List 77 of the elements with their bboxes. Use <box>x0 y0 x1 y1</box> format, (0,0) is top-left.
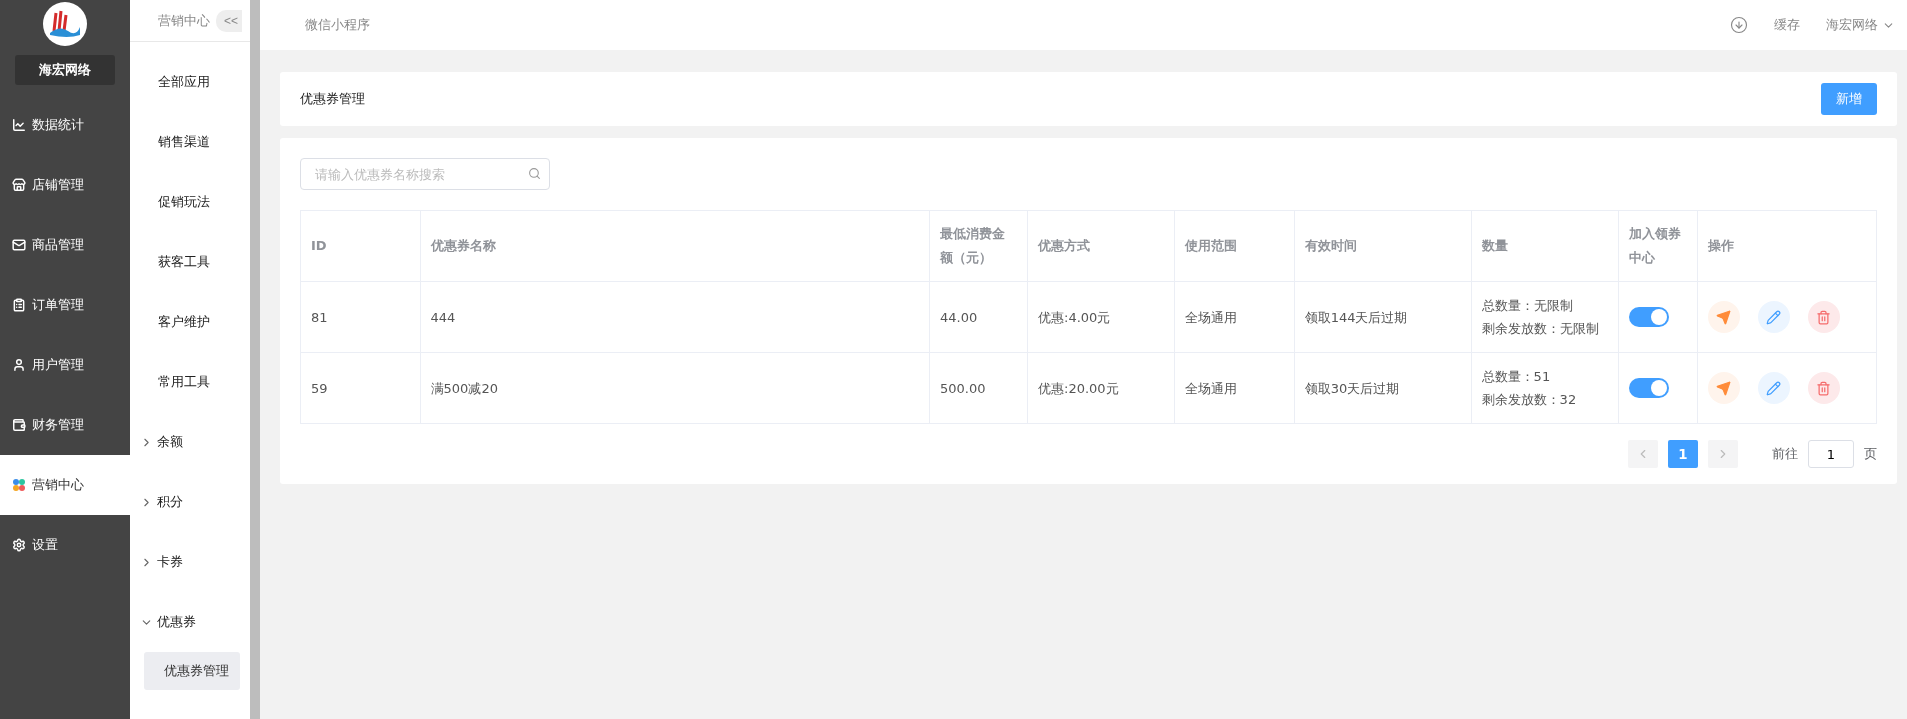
table-cell: 满500减20 <box>420 352 930 424</box>
menu-item[interactable]: 全部应用 <box>130 52 250 112</box>
search-icon[interactable] <box>528 167 541 180</box>
table-cell: 全场通用 <box>1174 281 1295 353</box>
menu-item[interactable]: 销售渠道 <box>130 112 250 172</box>
sidebar-item[interactable]: 商品管理 <box>0 215 130 275</box>
send-button[interactable] <box>1707 372 1740 404</box>
quantity-text: 总数量：无限制 <box>1481 297 1574 315</box>
trash-icon <box>1816 309 1832 325</box>
menu-item[interactable]: 促销玩法 <box>130 172 250 232</box>
settings-icon <box>12 538 26 552</box>
chart-icon <box>12 118 26 132</box>
edit-button[interactable] <box>1757 301 1790 333</box>
quantity-text: 剩余发放数：32 <box>1481 391 1578 409</box>
delete-button[interactable] <box>1807 301 1840 333</box>
edit-button[interactable] <box>1757 372 1790 404</box>
table-cell: 全场通用 <box>1174 352 1295 424</box>
menu-group[interactable]: 卡券 <box>130 532 250 592</box>
goto-label: 前往 <box>1772 445 1798 463</box>
column-header: 使用范围 <box>1174 210 1295 282</box>
menu-item[interactable]: 客户维护 <box>130 292 250 352</box>
shop-icon <box>12 178 26 192</box>
column-header: 优惠券名称 <box>420 210 930 282</box>
trash-icon <box>1816 380 1832 396</box>
page-unit: 页 <box>1864 445 1877 463</box>
pencil-icon <box>1766 309 1782 325</box>
menu-item[interactable]: 获客工具 <box>130 232 250 292</box>
sidebar-item[interactable]: 店铺管理 <box>0 155 130 215</box>
table-cell: 59 <box>300 352 421 424</box>
sidebar-item[interactable]: 营销中心 <box>0 455 130 515</box>
paper-plane-icon <box>1716 380 1732 396</box>
app-label: 微信小程序 <box>305 16 370 34</box>
sidebar-item[interactable]: 用户管理 <box>0 335 130 395</box>
toggle-switch[interactable] <box>1628 307 1669 327</box>
menu-item[interactable]: 优惠券管理 <box>144 652 240 690</box>
column-header: ID <box>300 210 421 282</box>
menu-group[interactable]: 优惠券 <box>130 592 250 652</box>
table-cell: 44.00 <box>929 281 1028 353</box>
sidebar-item[interactable]: 订单管理 <box>0 275 130 335</box>
send-button[interactable] <box>1707 301 1740 333</box>
scrollbar[interactable] <box>250 0 260 719</box>
menu-group[interactable]: 余额 <box>130 412 250 472</box>
table-cell: 81 <box>300 281 421 353</box>
user-menu[interactable]: 海宏网络 <box>1826 16 1895 34</box>
page-title: 优惠券管理 <box>300 90 365 108</box>
quantity-text: 剩余发放数：无限制 <box>1481 320 1600 338</box>
paper-plane-icon <box>1716 309 1732 325</box>
column-header: 优惠方式 <box>1027 210 1175 282</box>
table-cell: 444 <box>420 281 930 353</box>
logo-icon <box>48 9 82 39</box>
pencil-icon <box>1766 380 1782 396</box>
menu-group[interactable]: 积分 <box>130 472 250 532</box>
menu-item[interactable]: 常用工具 <box>130 352 250 412</box>
download-icon[interactable] <box>1730 16 1748 34</box>
user-icon <box>12 358 26 372</box>
table-cell: 优惠:4.00元 <box>1027 281 1175 353</box>
table-cell: 优惠:20.00元 <box>1027 352 1175 424</box>
table-cell: 领取144天后过期 <box>1294 281 1472 353</box>
clover-icon <box>12 478 26 492</box>
page-input[interactable]: 1 <box>1808 440 1854 468</box>
cache-link[interactable]: 缓存 <box>1774 16 1800 34</box>
toggle-switch[interactable] <box>1628 378 1669 398</box>
table-cell: 领取30天后过期 <box>1294 352 1472 424</box>
section-title: 营销中心 <box>158 11 210 30</box>
sidebar-item[interactable]: 数据统计 <box>0 95 130 155</box>
search-field[interactable]: 请输入优惠券名称搜索 <box>300 158 550 190</box>
column-header: 操作 <box>1697 210 1877 282</box>
sidebar-item[interactable]: 财务管理 <box>0 395 130 455</box>
column-header: 最低消费金额（元） <box>929 210 1028 282</box>
column-header: 有效时间 <box>1294 210 1472 282</box>
sidebar-item[interactable]: 设置 <box>0 515 130 575</box>
column-header: 数量 <box>1471 210 1619 282</box>
table-cell: 500.00 <box>929 352 1028 424</box>
brand-name: 海宏网络 <box>15 55 115 85</box>
quantity-text: 总数量：51 <box>1481 368 1552 386</box>
delete-button[interactable] <box>1807 372 1840 404</box>
column-header: 加入领券中心 <box>1618 210 1698 282</box>
